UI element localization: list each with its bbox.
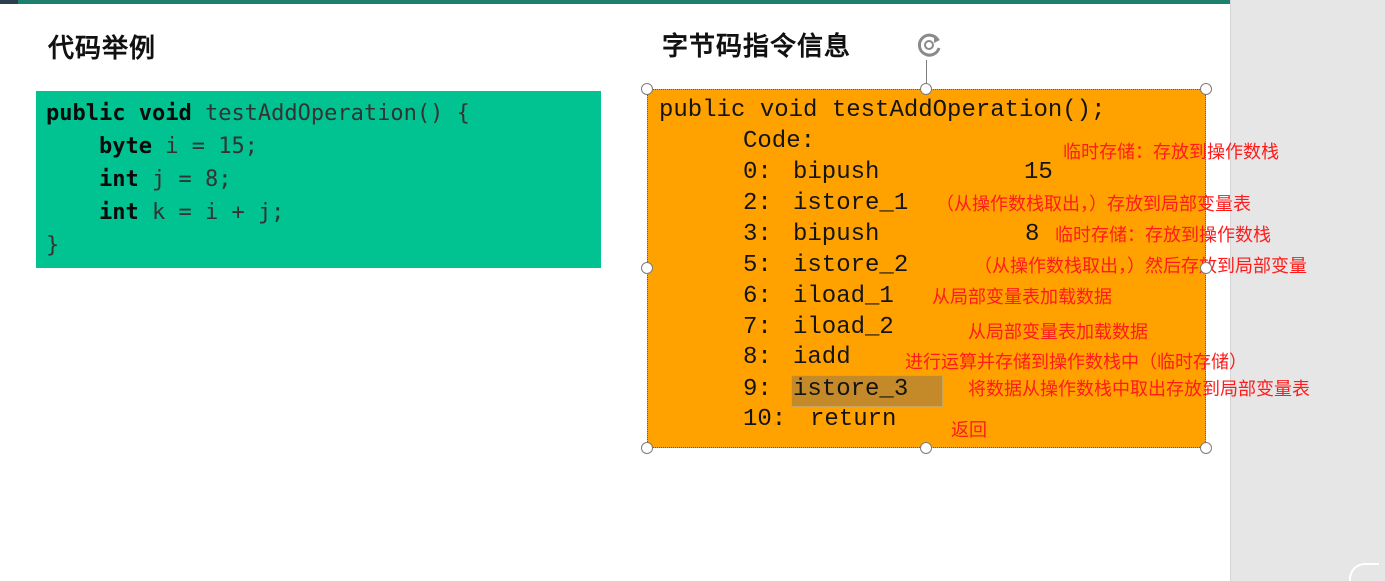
bytecode-arg: 8 xyxy=(1025,221,1040,248)
resize-handle-bottom[interactable] xyxy=(920,442,932,454)
left-heading: 代码举例 xyxy=(48,34,157,64)
resize-handle-top-right[interactable] xyxy=(1200,83,1212,95)
bytecode-arg: 15 xyxy=(1024,159,1053,186)
code-text: testAddOperation() { xyxy=(191,101,470,126)
annotation-iload-2: 从局部变量表加载数据 xyxy=(968,322,1148,343)
code-line-2: byte i = 15; xyxy=(46,130,601,163)
java-code-box[interactable]: public void testAddOperation() { byte i … xyxy=(36,91,601,268)
code-keyword: int xyxy=(98,200,139,225)
code-line-5: } xyxy=(46,233,60,258)
bytecode-op: iload_2 xyxy=(793,314,894,341)
annotation-return: 返回 xyxy=(951,420,987,441)
bytecode-code-label: Code: xyxy=(743,128,816,155)
bytecode-index: 9: xyxy=(743,376,772,403)
code-line-1: public void testAddOperation() { xyxy=(46,97,601,130)
resize-handle-top[interactable] xyxy=(920,83,932,95)
code-line-4: int k = i + j; xyxy=(46,196,601,229)
annotation-iload-1: 从局部变量表加载数据 xyxy=(932,287,1112,308)
rotate-handle-icon[interactable] xyxy=(912,28,946,62)
resize-handle-left[interactable] xyxy=(641,262,653,274)
bytecode-op: iadd xyxy=(793,344,851,371)
annotation-iadd: 进行运算并存储到操作数栈中（临时存储） xyxy=(905,352,1247,373)
bytecode-index: 5: xyxy=(743,252,772,279)
code-text: k = i + j; xyxy=(138,200,285,225)
bytecode-index: 0: xyxy=(743,159,772,186)
bytecode-index: 3: xyxy=(743,221,772,248)
bytecode-index: 2: xyxy=(743,190,772,217)
top-accent-notch xyxy=(0,0,18,4)
right-heading: 字节码指令信息 xyxy=(662,32,852,62)
resize-handle-top-left[interactable] xyxy=(641,83,653,95)
top-accent-bar xyxy=(0,0,1230,4)
bytecode-op: bipush xyxy=(793,221,880,248)
bytecode-op: istore_1 xyxy=(793,190,909,217)
code-text: i = 15; xyxy=(151,134,258,159)
bytecode-index: 7: xyxy=(743,314,772,341)
annotation-istore-3: 将数据从操作数栈中取出存放到局部变量表 xyxy=(968,379,1310,400)
side-panel xyxy=(1230,0,1385,581)
bytecode-op: return xyxy=(810,406,897,433)
code-keyword: int xyxy=(98,167,139,192)
annotation-bipush-15: 临时存储：存放到操作数栈 xyxy=(1063,142,1279,163)
code-keyword: byte xyxy=(98,134,152,159)
bytecode-op: iload_1 xyxy=(793,283,894,310)
bytecode-op: istore_3 xyxy=(793,376,909,403)
corner-mark xyxy=(1349,563,1379,581)
resize-handle-right[interactable] xyxy=(1200,262,1212,274)
bytecode-op: bipush xyxy=(793,159,880,186)
bytecode-index: 10: xyxy=(743,406,787,433)
bytecode-index: 8: xyxy=(743,344,772,371)
code-text: j = 8; xyxy=(138,167,232,192)
resize-handle-bottom-left[interactable] xyxy=(641,442,653,454)
annotation-istore-2: （从操作数栈取出，）然后存放到局部变量 xyxy=(974,256,1307,277)
bytecode-op: istore_2 xyxy=(793,252,909,279)
annotation-istore-1: （从操作数栈取出，）存放到局部变量表 xyxy=(936,194,1251,215)
bytecode-signature: public void testAddOperation(); xyxy=(659,97,1106,124)
code-line-3: int j = 8; xyxy=(46,163,601,196)
resize-handle-bottom-right[interactable] xyxy=(1200,442,1212,454)
code-keyword: public void xyxy=(46,101,192,126)
bytecode-index: 6: xyxy=(743,283,772,310)
annotation-bipush-8: 临时存储：存放到操作数栈 xyxy=(1055,225,1271,246)
